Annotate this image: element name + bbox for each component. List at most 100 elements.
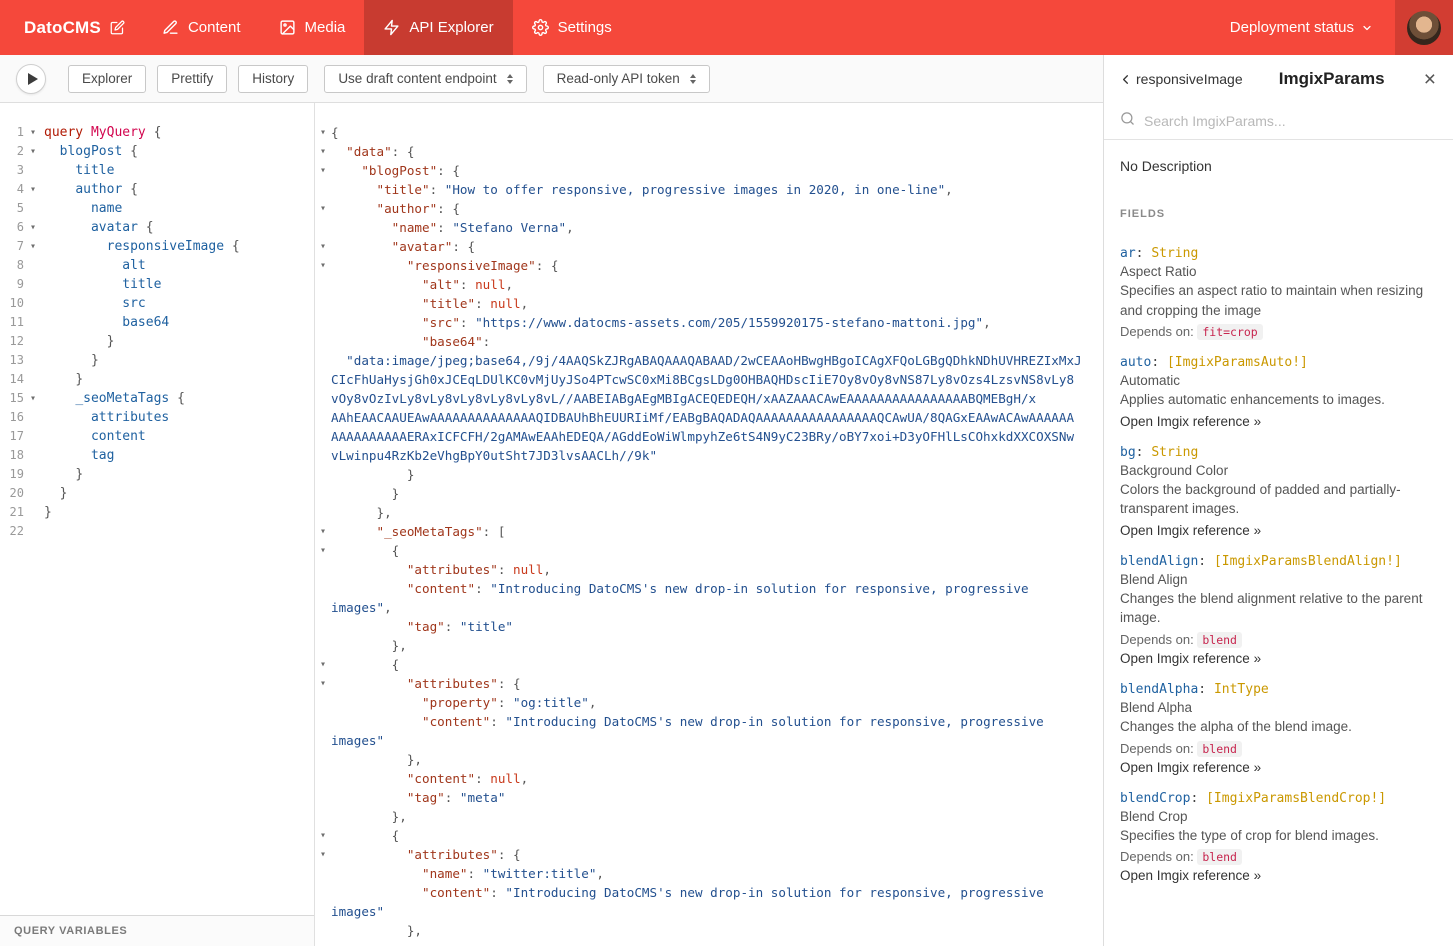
fold-arrow-icon[interactable]: ▾ [315, 237, 331, 256]
line-number: 7 [0, 237, 26, 256]
field-type-link[interactable]: IntType [1214, 682, 1269, 697]
code-text: }, [331, 807, 407, 826]
code-text: "name": "twitter:title", [331, 864, 604, 883]
editor-line: 21} [0, 503, 314, 522]
field-name-link[interactable]: auto [1120, 355, 1151, 370]
field-type-link[interactable]: [ImgixParamsAuto!] [1167, 355, 1308, 370]
code-text: tag [40, 446, 114, 465]
fold-arrow-icon[interactable]: ▾ [26, 218, 40, 237]
line-number: 22 [0, 522, 26, 541]
field-type-link[interactable]: [ImgixParamsBlendAlign!] [1214, 554, 1402, 569]
fold-gutter [315, 408, 331, 427]
play-icon [28, 73, 38, 85]
use-draft-content-endpoint-select[interactable]: Use draft content endpoint [324, 65, 526, 93]
code-text [40, 522, 44, 541]
code-text: attributes [40, 408, 169, 427]
field-name-link[interactable]: bg [1120, 445, 1136, 460]
fold-gutter [26, 522, 40, 541]
field-title: Blend Alpha [1120, 700, 1437, 715]
code-text: "avatar": { [331, 237, 475, 256]
nav-item-media[interactable]: Media [260, 0, 365, 55]
imgix-reference-link[interactable]: Open Imgix reference » [1120, 760, 1437, 775]
field-name-link[interactable]: blendCrop [1120, 791, 1190, 806]
fold-arrow-icon[interactable]: ▾ [26, 123, 40, 142]
line-number: 2 [0, 142, 26, 161]
query-editor[interactable]: 1▾query MyQuery {2▾ blogPost {3 title4▾ … [0, 103, 314, 915]
field-type-link[interactable]: String [1151, 246, 1198, 261]
result-line: }, [315, 750, 1103, 769]
fold-arrow-icon[interactable]: ▾ [315, 826, 331, 845]
imgix-reference-link[interactable]: Open Imgix reference » [1120, 523, 1437, 538]
fold-arrow-icon[interactable]: ▾ [26, 389, 40, 408]
code-text: src [40, 294, 146, 313]
fold-gutter [315, 636, 331, 655]
brand[interactable]: DatoCMS [0, 18, 125, 38]
editor-line: 4▾ author { [0, 180, 314, 199]
fold-arrow-icon[interactable]: ▾ [315, 674, 331, 693]
execute-button[interactable] [16, 64, 46, 94]
fold-arrow-icon[interactable]: ▾ [315, 199, 331, 218]
deployment-status-button[interactable]: Deployment status [1230, 19, 1395, 36]
fold-arrow-icon[interactable]: ▾ [315, 256, 331, 275]
fold-arrow-icon[interactable]: ▾ [315, 655, 331, 674]
imgix-reference-link[interactable]: Open Imgix reference » [1120, 868, 1437, 883]
query-variables-bar[interactable]: QUERY VARIABLES [0, 915, 314, 946]
fold-arrow-icon[interactable]: ▾ [315, 541, 331, 560]
nav-item-content[interactable]: Content [143, 0, 260, 55]
imgix-reference-link[interactable]: Open Imgix reference » [1120, 414, 1437, 429]
fold-arrow-icon[interactable]: ▾ [315, 522, 331, 541]
updown-arrows-icon [507, 74, 513, 84]
explorer-button[interactable]: Explorer [68, 65, 146, 93]
code-text: }, [331, 503, 392, 522]
navbar-right: Deployment status [1230, 0, 1453, 55]
code-text: "attributes": { [331, 845, 521, 864]
code-text: "tag": "meta" [331, 788, 505, 807]
query-variables-label: QUERY VARIABLES [14, 925, 127, 937]
editor-line: 19 } [0, 465, 314, 484]
fold-arrow-icon[interactable]: ▾ [26, 142, 40, 161]
result-line: "tag": "meta" [315, 788, 1103, 807]
close-icon[interactable]: × [1421, 69, 1439, 90]
history-button[interactable]: History [238, 65, 308, 93]
nav-item-api-explorer[interactable]: API Explorer [364, 0, 512, 55]
prettify-button[interactable]: Prettify [157, 65, 227, 93]
result-viewer[interactable]: ▾{▾ "data": {▾ "blogPost": { "title": "H… [315, 103, 1103, 946]
user-menu[interactable] [1395, 0, 1453, 55]
fold-arrow-icon[interactable]: ▾ [315, 142, 331, 161]
field-name-link[interactable]: blendAlign [1120, 554, 1198, 569]
code-text: "_seoMetaTags": [ [331, 522, 505, 541]
nav-item-settings[interactable]: Settings [513, 0, 631, 55]
fold-gutter [315, 617, 331, 636]
field-type-link[interactable]: [ImgixParamsBlendCrop!] [1206, 791, 1386, 806]
editor-line: 6▾ avatar { [0, 218, 314, 237]
field-type-link[interactable]: String [1151, 445, 1198, 460]
fold-gutter [315, 370, 331, 389]
fold-gutter [26, 446, 40, 465]
line-number: 15 [0, 389, 26, 408]
field-name-link[interactable]: blendAlpha [1120, 682, 1198, 697]
fold-arrow-icon[interactable]: ▾ [315, 161, 331, 180]
fold-arrow-icon[interactable]: ▾ [315, 845, 331, 864]
doc-back-button[interactable]: responsiveImage [1118, 71, 1243, 87]
code-text: } [40, 484, 67, 503]
doc-search-input[interactable] [1144, 113, 1437, 129]
fold-arrow-icon[interactable]: ▾ [26, 237, 40, 256]
field-title: Automatic [1120, 373, 1437, 388]
editor-line: 18 tag [0, 446, 314, 465]
code-text: query MyQuery { [40, 123, 161, 142]
doc-field-bg: bg: StringBackground ColorColors the bac… [1120, 445, 1437, 538]
result-line: ▾ { [315, 541, 1103, 560]
code-text: } [40, 370, 83, 389]
field-name-link[interactable]: ar [1120, 246, 1136, 261]
code-text: base64 [40, 313, 169, 332]
result-line: ▾ { [315, 655, 1103, 674]
code-text: "property": "og:title", [331, 693, 596, 712]
result-line: ▾ "data": { [315, 142, 1103, 161]
fold-arrow-icon[interactable]: ▾ [315, 123, 331, 142]
read-only-api-token-select[interactable]: Read-only API token [543, 65, 710, 93]
imgix-reference-link[interactable]: Open Imgix reference » [1120, 651, 1437, 666]
result-line: "content": "Introducing DatoCMS's new dr… [315, 579, 1103, 598]
datocms-app: DatoCMS ContentMediaAPI ExplorerSettings… [0, 0, 1453, 946]
line-number: 12 [0, 332, 26, 351]
fold-arrow-icon[interactable]: ▾ [26, 180, 40, 199]
